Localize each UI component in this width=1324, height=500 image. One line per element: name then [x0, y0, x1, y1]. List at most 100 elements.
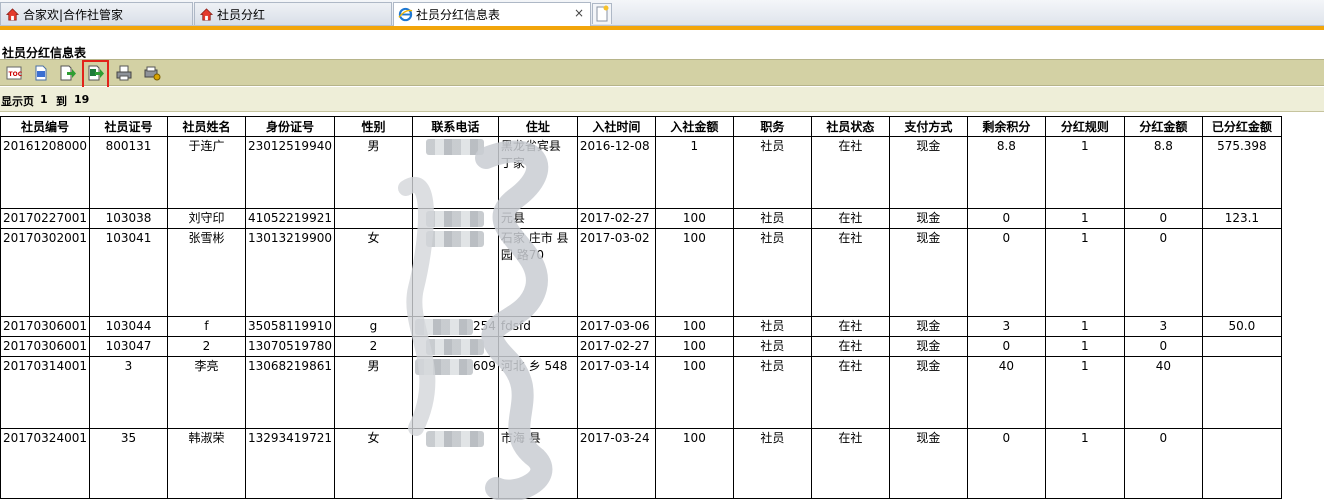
redacted-phone-block — [426, 338, 485, 355]
table-row[interactable]: 20170324001 35 韩淑荣 13293419721 女 市海 县 2017-03-… — [0, 428, 1282, 499]
cell-id: 20170324001 — [0, 428, 90, 499]
table-row[interactable]: 20170227001 103038 刘守印 41052219921 元县 2017-02… — [0, 208, 1282, 229]
new-page-icon — [596, 5, 609, 22]
cell-paid: 575.398 — [1201, 136, 1282, 209]
column-header[interactable]: 社员姓名 — [166, 116, 246, 137]
cell-date: 2017-02-27 — [576, 208, 656, 229]
cell-sex: 男 — [333, 136, 413, 209]
cell-card: 35 — [88, 428, 168, 499]
page-range-bar: 显示页 1 到 19 — [0, 87, 1324, 112]
cell-phone: 609 — [411, 356, 499, 429]
cell-pay: 现金 — [888, 336, 968, 357]
cell-idno: 23012519940 — [244, 136, 335, 209]
column-header[interactable]: 分红金额 — [1123, 116, 1203, 137]
print-setup-icon[interactable] — [143, 64, 161, 82]
export-icon[interactable] — [59, 64, 77, 82]
report-toolbar: TOC — [0, 59, 1324, 86]
cell-points: 3 — [966, 316, 1046, 337]
cell-sex: 女 — [333, 428, 413, 499]
cell-amount: 100 — [654, 316, 734, 337]
table-row[interactable]: 20170306001 103047 2 13070519780 2 2017-02-27… — [0, 336, 1282, 357]
cell-addr: 石家 庄市 县 园 路70 — [497, 228, 578, 317]
cell-addr: 河北 乡 548 — [497, 356, 578, 429]
cell-phone — [411, 336, 499, 357]
cell-bonus: 8.8 — [1123, 136, 1203, 209]
cell-idno: 13013219900 — [244, 228, 335, 317]
cell-status: 在社 — [810, 336, 890, 357]
cell-paid: 50.0 — [1201, 316, 1282, 337]
cell-amount: 100 — [654, 356, 734, 429]
accent-strip — [0, 26, 1324, 30]
cell-card: 103044 — [88, 316, 168, 337]
cell-points: 0 — [966, 336, 1046, 357]
column-header[interactable]: 职务 — [732, 116, 812, 137]
cell-id: 20170302001 — [0, 228, 90, 317]
print-icon[interactable] — [115, 64, 133, 82]
pager-prefix: 显示页 — [1, 95, 34, 108]
cell-amount: 100 — [654, 228, 734, 317]
tab-hejiahuan[interactable]: 合家欢|合作社管家 — [0, 2, 193, 25]
column-header[interactable]: 社员证号 — [88, 116, 168, 137]
cell-paid — [1201, 228, 1282, 317]
cell-paid — [1201, 336, 1282, 357]
cell-idno: 13068219861 — [244, 356, 335, 429]
cell-idno: 41052219921 — [244, 208, 335, 229]
pager-to: 19 — [74, 93, 90, 106]
close-tab-icon[interactable]: × — [574, 6, 584, 20]
column-header[interactable]: 入社金额 — [654, 116, 734, 137]
table-row[interactable]: 20170306001 103044 f 35058119910 g 254 fdsfd 20… — [0, 316, 1282, 337]
browser-tab-strip: 合家欢|合作社管家 社员分红 社员分红信息表 × — [0, 0, 1324, 26]
column-header[interactable]: 已分红金额 — [1201, 116, 1282, 137]
cell-idno: 13293419721 — [244, 428, 335, 499]
redacted-phone-block — [426, 230, 485, 247]
tab-label: 合家欢|合作社管家 — [23, 7, 124, 22]
pager-to-label: 到 — [56, 95, 67, 108]
toc-icon[interactable]: TOC — [5, 64, 23, 82]
column-header[interactable]: 社员编号 — [0, 116, 90, 137]
cell-bonus: 0 — [1123, 336, 1203, 357]
new-tab-button[interactable] — [592, 3, 612, 24]
tab-member-dividend-info[interactable]: 社员分红信息表 × — [393, 2, 591, 26]
cell-pay: 现金 — [888, 316, 968, 337]
cell-addr — [497, 336, 578, 357]
column-header[interactable]: 社员状态 — [810, 116, 890, 137]
column-header[interactable]: 支付方式 — [888, 116, 968, 137]
export-xml-icon[interactable] — [32, 64, 50, 82]
column-header[interactable]: 剩余积分 — [966, 116, 1046, 137]
cell-phone — [411, 136, 499, 209]
column-header[interactable]: 住址 — [497, 116, 578, 137]
cell-status: 在社 — [810, 428, 890, 499]
tab-label: 社员分红信息表 — [416, 8, 501, 22]
cell-sex: 男 — [333, 356, 413, 429]
table-row[interactable]: 20161208000 800131 于连广 23012519940 男 黑龙省宾县 丁家… — [0, 136, 1282, 209]
cell-amount: 100 — [654, 208, 734, 229]
cell-card: 800131 — [88, 136, 168, 209]
cell-name: 张雪彬 — [166, 228, 246, 317]
member-dividend-table: 社员编号 社员证号 社员姓名 身份证号 性别 联系电话 住址 入社时间 入社金额… — [0, 116, 1282, 499]
cell-rule: 1 — [1044, 136, 1125, 209]
table-row[interactable]: 20170302001 103041 张雪彬 13013219900 女 石家 庄市 县 … — [0, 228, 1282, 317]
column-header[interactable]: 身份证号 — [244, 116, 335, 137]
cell-role: 社员 — [732, 356, 812, 429]
cell-id: 20170306001 — [0, 336, 90, 357]
cell-addr: fdsfd — [497, 316, 578, 337]
cell-name: f — [166, 316, 246, 337]
cell-role: 社员 — [732, 228, 812, 317]
cell-pay: 现金 — [888, 356, 968, 429]
table-row[interactable]: 20170314001 3 李亮 13068219861 男 609 河北 乡 548 201… — [0, 356, 1282, 429]
cell-card: 103038 — [88, 208, 168, 229]
tab-member-dividend[interactable]: 社员分红 — [194, 2, 392, 25]
cell-id: 20170306001 — [0, 316, 90, 337]
cell-amount: 1 — [654, 136, 734, 209]
cell-status: 在社 — [810, 136, 890, 209]
cell-pay: 现金 — [888, 228, 968, 317]
cell-status: 在社 — [810, 228, 890, 317]
cell-role: 社员 — [732, 316, 812, 337]
cell-paid: 123.1 — [1201, 208, 1282, 229]
ie-icon — [398, 7, 413, 22]
column-header[interactable]: 联系电话 — [411, 116, 499, 137]
column-header[interactable]: 入社时间 — [576, 116, 656, 137]
column-header[interactable]: 分红规则 — [1044, 116, 1125, 137]
column-header[interactable]: 性别 — [333, 116, 413, 137]
cell-bonus: 3 — [1123, 316, 1203, 337]
